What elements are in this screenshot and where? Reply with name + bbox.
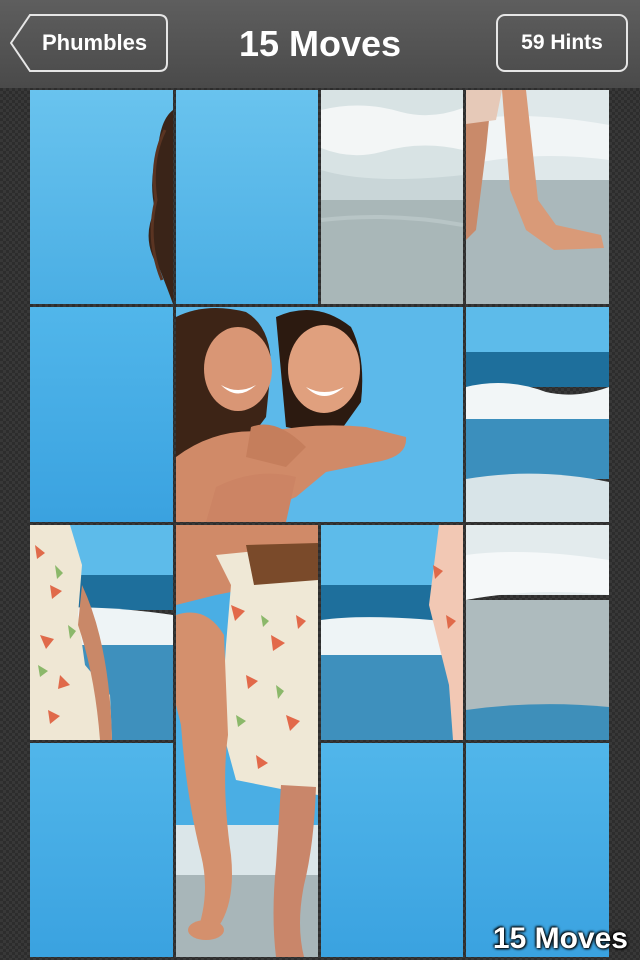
puzzle-tile[interactable]	[30, 90, 173, 304]
puzzle-tile[interactable]	[321, 743, 463, 957]
puzzle-tile[interactable]	[466, 90, 609, 304]
puzzle-tile[interactable]	[176, 525, 318, 957]
puzzle-tile[interactable]	[466, 307, 609, 522]
puzzle-tile[interactable]	[321, 525, 463, 740]
puzzle-tile[interactable]	[176, 307, 463, 522]
navigation-bar: Phumbles 15 Moves 59 Hints	[0, 0, 640, 89]
puzzle-tile[interactable]	[30, 743, 173, 957]
puzzle-tile[interactable]	[30, 307, 173, 522]
moves-title: 15 Moves	[238, 23, 402, 64]
back-button[interactable]: Phumbles	[10, 14, 168, 72]
back-button-label: Phumbles	[42, 30, 148, 55]
puzzle-tile[interactable]	[466, 525, 609, 740]
puzzle-tile[interactable]	[176, 90, 318, 304]
puzzle-tile[interactable]	[30, 525, 173, 740]
puzzle-tile[interactable]	[321, 90, 463, 304]
moves-counter-overlay: 15 Moves	[492, 922, 628, 955]
hints-button[interactable]: 59 Hints	[496, 14, 628, 72]
